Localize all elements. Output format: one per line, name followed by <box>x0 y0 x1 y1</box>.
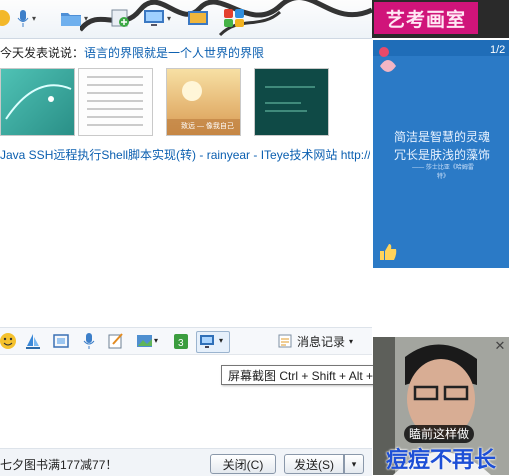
message-log-button[interactable]: 消息记录 ▾ <box>277 333 353 349</box>
flower-icon <box>379 47 396 72</box>
screen-share-button[interactable]: ▾ <box>143 6 171 30</box>
status-prefix: 今天发表说说： <box>0 46 85 60</box>
message-log-icon <box>278 334 292 348</box>
remote-assist-button[interactable] <box>187 6 209 30</box>
chevron-down-icon: ▾ <box>349 336 354 346</box>
chevron-down-icon: ▾ <box>84 13 89 23</box>
microphone-icon <box>17 10 29 27</box>
status-photo-1[interactable] <box>0 68 75 136</box>
chevron-down-icon: ▾ <box>32 13 37 23</box>
chevron-down-icon: ▾ <box>219 336 224 345</box>
send-file-button[interactable]: ▾ <box>60 6 88 30</box>
add-file-button[interactable] <box>110 6 132 30</box>
status-link[interactable]: 语言的界限就是一个人世界的界限 <box>84 46 264 60</box>
chevron-down-icon[interactable]: ▾ <box>154 336 158 345</box>
video-caption: 瞌前这样做 <box>404 425 474 443</box>
add-file-icon <box>111 9 129 27</box>
leaf-photo <box>5 84 72 120</box>
status-photo-3[interactable]: 致远 — 像我自己 <box>166 68 241 136</box>
apps-button[interactable] <box>222 6 248 30</box>
voice-button[interactable]: ▾ <box>16 6 36 30</box>
send-options-button[interactable]: ▾ <box>344 454 364 474</box>
gift-icon[interactable]: 3 <box>172 332 190 350</box>
folder-icon <box>61 13 81 26</box>
screenshot-button[interactable]: ▾ <box>196 331 230 353</box>
film-icon[interactable] <box>52 332 70 350</box>
ad-banner-title[interactable]: 艺考画室 <box>374 2 478 34</box>
close-button[interactable]: 关闭(C) <box>210 454 276 474</box>
text-photo <box>87 76 143 126</box>
sailboat-icon[interactable] <box>24 332 42 350</box>
svg-text:3: 3 <box>178 338 184 349</box>
dark-text-photo <box>265 86 315 112</box>
apps-icon <box>224 9 244 27</box>
emoji-icon <box>0 10 10 26</box>
message-log-label: 消息记录 <box>297 334 346 349</box>
send-button[interactable]: 发送(S) <box>284 454 344 474</box>
screen-icon <box>144 10 164 26</box>
remote-icon <box>188 11 208 25</box>
photo-caption: 致远 — 像我自己 <box>181 123 234 130</box>
promo-text[interactable]: 七夕图书满177减77！ <box>0 456 117 473</box>
microphone-icon[interactable] <box>80 332 98 350</box>
emoji-button[interactable] <box>0 6 10 30</box>
thumbs-up-icon[interactable] <box>378 242 398 262</box>
poem-line-1: 简洁是智慧的灵魂 <box>393 130 490 144</box>
chevron-down-icon: ▾ <box>351 458 357 469</box>
page-indicator: 1/2 <box>490 44 506 56</box>
chevron-down-icon: ▾ <box>167 13 172 23</box>
poem-credit: —— 莎士比亚《哈姆雷特》 <box>412 165 474 180</box>
friend-status: 今天发表说说：语言的界限就是一个人世界的界限 <box>0 44 370 60</box>
status-photo-2[interactable] <box>78 68 153 136</box>
screenshot-icon <box>200 335 214 348</box>
status-photo-4[interactable] <box>254 68 329 136</box>
video-headline: 痘痘不再长 <box>385 448 496 473</box>
chat-toolbar: ▾ ▾ ▾ <box>0 0 372 39</box>
close-icon[interactable]: ✕ <box>493 339 507 353</box>
note-icon[interactable] <box>107 332 125 350</box>
shared-link[interactable]: Java SSH远程执行Shell脚本实现(转) - rainyear - IT… <box>0 146 370 162</box>
image-icon[interactable] <box>136 332 154 350</box>
emoji-icon[interactable] <box>0 332 18 350</box>
